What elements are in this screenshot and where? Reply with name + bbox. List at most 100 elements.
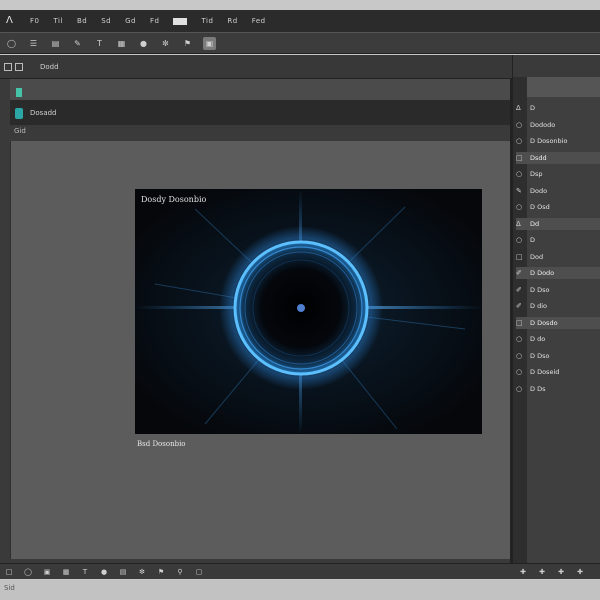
layer-list-item[interactable]: ○ D Osd <box>516 201 600 213</box>
square-icon[interactable]: □ <box>4 567 14 577</box>
menu-item[interactable]: Tid <box>201 17 213 25</box>
menu-item[interactable]: Fed <box>252 17 266 25</box>
image-icon[interactable]: ▤ <box>49 37 62 50</box>
list-icon[interactable]: ☰ <box>27 37 40 50</box>
layer-thumbnail-icon <box>15 107 23 119</box>
pen-icon[interactable]: ✎ <box>71 37 84 50</box>
layer-indicator-icon <box>16 88 22 97</box>
film-icon[interactable]: ▦ <box>61 567 71 577</box>
layer-list-item[interactable]: ○ D Dso <box>516 350 600 362</box>
layer-list-item[interactable]: □ Dsdd <box>516 151 600 164</box>
tab-label[interactable]: Gid <box>14 127 26 135</box>
portal-ring-graphic <box>135 189 482 434</box>
layer-list-item[interactable]: □ Dod <box>516 251 600 263</box>
eye-icon[interactable]: ○ <box>516 203 524 211</box>
circle-icon[interactable]: ◯ <box>5 37 18 50</box>
layer-list-item[interactable]: ○ D Doseid <box>516 366 600 378</box>
flag-icon[interactable]: ⚑ <box>181 37 194 50</box>
layer-list-item[interactable]: ○ Dsp <box>516 168 600 180</box>
menu-item[interactable]: Til <box>53 17 62 25</box>
layer-list-label: D do <box>530 335 546 343</box>
lock-icon[interactable]: Δ <box>516 104 524 112</box>
layer-list-item[interactable]: ✐ D Dso <box>516 284 600 296</box>
layer-list-item[interactable]: ○ D <box>516 234 600 246</box>
layer-list-item[interactable]: ✐ D Dodo <box>516 267 600 279</box>
circle-icon[interactable]: ● <box>137 37 150 50</box>
panel-toggle-icon[interactable] <box>4 62 12 71</box>
eye-icon[interactable]: ○ <box>516 335 524 343</box>
toolbar: ◯ ☰ ▤ ✎ T ▦ ● ✼ ⚑ ▣ <box>0 32 600 54</box>
text-icon[interactable]: T <box>93 37 106 50</box>
eye-icon[interactable]: ○ <box>516 121 524 129</box>
layer-list-label: Dd <box>530 219 540 228</box>
layer-list-item[interactable]: Δ Dd <box>516 217 600 230</box>
layer-list-label: Dsp <box>530 170 543 178</box>
eye-icon[interactable]: ○ <box>516 368 524 376</box>
square-icon[interactable]: ▣ <box>42 567 52 577</box>
square-icon[interactable]: □ <box>516 253 524 261</box>
dot-icon[interactable]: ● <box>99 567 109 577</box>
pen-icon[interactable]: ✐ <box>516 269 524 277</box>
brush-icon[interactable]: ✎ <box>516 187 524 195</box>
app-logo-icon: Λ <box>6 15 13 26</box>
layer-list-item[interactable]: ○ Dododo <box>516 119 600 131</box>
circle-icon[interactable]: ◯ <box>23 567 33 577</box>
eye-icon[interactable]: ○ <box>516 352 524 360</box>
grid-icon[interactable]: ▤ <box>118 567 128 577</box>
layer-list-item[interactable]: ΔD <box>516 102 600 114</box>
layer-list-item[interactable]: ○ D do <box>516 333 600 345</box>
eye-icon[interactable]: ○ <box>516 137 524 145</box>
square-icon[interactable]: □ <box>516 154 524 162</box>
menu-item-highlighted[interactable] <box>173 18 188 25</box>
artwork-caption: Bsd Dosonbio <box>137 440 186 448</box>
flag-icon[interactable]: ⚑ <box>156 567 166 577</box>
brush-icon[interactable]: ✼ <box>137 567 147 577</box>
layer-list-item[interactable]: □ D Dosdo <box>516 316 600 329</box>
layer-list-item[interactable]: ✎ Dodo <box>516 185 600 197</box>
menu-item[interactable]: Fd <box>150 17 159 25</box>
frame-icon[interactable]: ▢ <box>194 567 204 577</box>
lock-icon[interactable]: Δ <box>516 220 524 228</box>
grid-icon[interactable]: ▦ <box>115 37 128 50</box>
cross-icon[interactable]: ✚ <box>537 567 547 577</box>
photo-icon[interactable]: ▣ <box>203 36 216 50</box>
menu-bar: Λ F0 Til Bd Sd Gd Fd Tid Rd Fed <box>0 10 600 32</box>
layer-list-item[interactable]: ○ D Ds <box>516 383 600 395</box>
layer-row-selected[interactable]: Dosadd <box>10 101 510 125</box>
layer-list-label: Dodo <box>530 186 548 195</box>
eye-icon[interactable]: ○ <box>516 385 524 393</box>
cross-icon[interactable]: ✚ <box>556 567 566 577</box>
layer-list-label: D Ds <box>530 384 546 393</box>
zoom-icon[interactable]: ⚲ <box>175 567 185 577</box>
panel-close-icon[interactable] <box>15 62 23 71</box>
layer-list-label: D Dosonbio <box>530 137 568 145</box>
brush-icon[interactable]: ✼ <box>159 37 172 50</box>
pen-icon[interactable]: ✐ <box>516 302 524 310</box>
layer-list-label: D dio <box>530 302 547 310</box>
layer-bar[interactable] <box>10 79 510 101</box>
layers-panel: Δ D ○ Dododo ○ D Dosonbio □ Dsdd ○ Dsp ✎ Dodo ○ D Osd… <box>512 55 600 565</box>
menu-item[interactable]: Sd <box>101 17 111 25</box>
panel-top-bar <box>513 55 600 77</box>
panel-preview-block <box>527 77 600 97</box>
square-icon[interactable]: □ <box>516 319 524 327</box>
layer-list-label: D Dso <box>530 351 550 360</box>
menu-item[interactable]: Bd <box>77 17 87 25</box>
cross-icon[interactable]: ✚ <box>518 567 528 577</box>
canvas-area[interactable]: Dosdy Dosonbio Bsd Dosonbio <box>10 141 510 559</box>
layer-list-item[interactable]: ✐ D dio <box>516 300 600 312</box>
layer-list-item[interactable]: ○ D Dosonbio <box>516 135 600 147</box>
layer-list-label: D Doseid <box>530 368 560 376</box>
text-icon[interactable]: T <box>80 567 90 577</box>
eye-icon[interactable]: ○ <box>516 236 524 244</box>
layer-list-label: D Dso <box>530 285 550 294</box>
menu-item[interactable]: F0 <box>30 17 39 25</box>
layer-list-label: D Dosdo <box>530 318 558 327</box>
layer-list-label: Dsdd <box>530 153 547 162</box>
eye-icon[interactable]: ○ <box>516 170 524 178</box>
menu-item[interactable]: Rd <box>227 17 237 25</box>
cross-icon[interactable]: ✚ <box>575 567 585 577</box>
bottom-status-text: Sid <box>4 584 15 592</box>
menu-item[interactable]: Gd <box>125 17 136 25</box>
pen-icon[interactable]: ✐ <box>516 286 524 294</box>
